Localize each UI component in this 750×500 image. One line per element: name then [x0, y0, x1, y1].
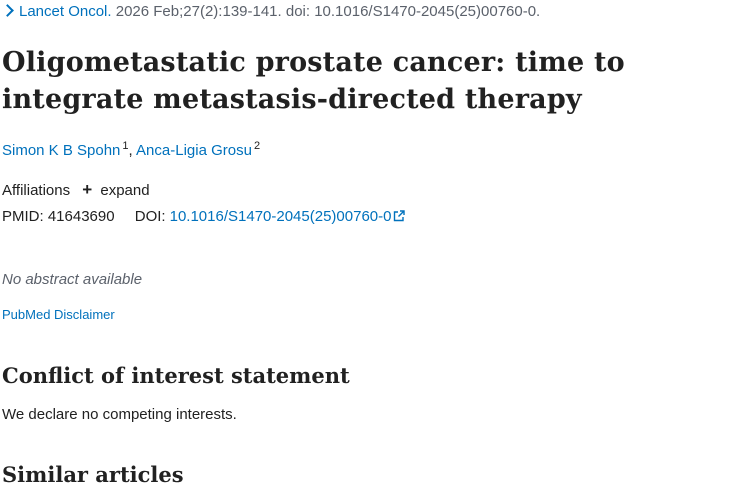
doi-label: DOI: — [134, 208, 166, 225]
doi-link[interactable]: 10.1016/S1470-2045(25)00760-0 — [170, 208, 406, 225]
author-separator: , — [128, 142, 133, 159]
external-link-icon[interactable] — [393, 210, 406, 222]
citation-line: Lancet Oncol. 2026 Feb;27(2):139-141. do… — [1, 3, 541, 20]
authors-list: Simon K B Spohn 1, Anca-Ligia Grosu 2 — [2, 140, 260, 159]
doi-value[interactable]: 10.1016/S1470-2045(25)00760-0 — [170, 208, 392, 225]
pmid-value: 41643690 — [47, 208, 115, 225]
affiliations-toggle[interactable]: Affiliations + expand — [2, 180, 150, 200]
author-link[interactable]: Anca-Ligia Grosu — [136, 142, 252, 159]
pubmed-disclaimer-link[interactable]: PubMed Disclaimer — [2, 307, 115, 322]
affiliations-label: Affiliations — [2, 182, 71, 199]
similar-articles-heading: Similar articles — [2, 462, 184, 487]
pmid-label: PMID: — [2, 208, 44, 225]
article-title: Oligometastatic prostate cancer: time to… — [2, 47, 625, 115]
chevron-right-icon[interactable] — [1, 4, 14, 17]
article-identifiers: PMID: 41643690 DOI: 10.1016/S1470-2045(25… — [2, 208, 406, 225]
citation-details: 2026 Feb;27(2):139-141. doi: 10.1016/S14… — [115, 3, 541, 20]
journal-link[interactable]: Lancet Oncol. — [19, 3, 112, 20]
plus-icon[interactable]: + — [82, 180, 92, 200]
author-link[interactable]: Simon K B Spohn — [2, 142, 120, 159]
article-page: Lancet Oncol. 2026 Feb;27(2):139-141. do… — [0, 0, 750, 500]
conflict-heading: Conflict of interest statement — [2, 363, 350, 388]
expand-label[interactable]: expand — [100, 182, 149, 199]
no-abstract-text: No abstract available — [2, 271, 143, 288]
conflict-text: We declare no competing interests. — [2, 406, 237, 423]
affiliation-ref[interactable]: 2 — [254, 140, 260, 152]
